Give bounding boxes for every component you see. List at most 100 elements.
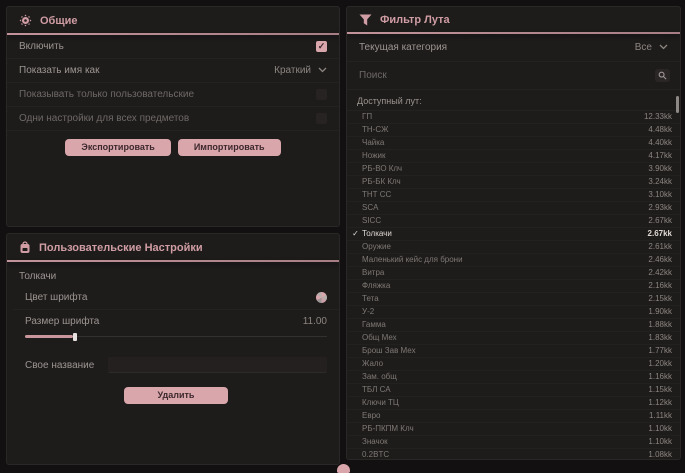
loot-name-cell: ✓ Зам. общ bbox=[351, 373, 397, 381]
loot-value: 2.61kk bbox=[648, 243, 672, 251]
panel-custom-settings: Пользовательские Настройки Толкачи Цвет … bbox=[6, 233, 340, 465]
slider-fill bbox=[25, 335, 73, 338]
loot-row[interactable]: ✓ Чайка 4.40kk bbox=[347, 137, 680, 150]
category-label: Текущая категория bbox=[359, 42, 447, 53]
loot-name-cell: ✓ Жало bbox=[351, 360, 383, 368]
loot-row[interactable]: ✓ SICC 2.67kk bbox=[347, 215, 680, 228]
loot-row[interactable]: ✓ 0.2BTC 1.08kk bbox=[347, 449, 680, 460]
available-loot-label: Доступный лут: bbox=[347, 90, 680, 110]
category-dropdown[interactable]: Все bbox=[635, 42, 668, 53]
loot-row[interactable]: ✓ Тета 2.15kk bbox=[347, 293, 680, 306]
loot-row[interactable]: ✓ Ключи ТЦ 1.12kk bbox=[347, 397, 680, 410]
loot-row[interactable]: ✓ ТН-СЖ 4.48kk bbox=[347, 124, 680, 137]
font-size-label: Размер шрифта bbox=[25, 316, 99, 327]
name-mode-value: Краткий bbox=[274, 65, 311, 76]
only-custom-label: Показывать только пользовательские bbox=[19, 89, 194, 100]
loot-value: 12.33kk bbox=[644, 113, 672, 121]
loot-name: Зам. общ bbox=[362, 373, 397, 381]
loot-value: 2.42kk bbox=[648, 269, 672, 277]
loot-name-cell: ✓ Брош Зав Мех bbox=[351, 347, 416, 355]
loot-row[interactable]: ✓ Фляжка 2.16kk bbox=[347, 280, 680, 293]
loot-value: 1.10kk bbox=[648, 425, 672, 433]
loot-name-cell: ✓ Тета bbox=[351, 295, 379, 303]
search-input[interactable] bbox=[347, 66, 655, 85]
loot-name: Чайка bbox=[362, 139, 384, 147]
loot-row[interactable]: ✓ Ножик 4.17kk bbox=[347, 150, 680, 163]
loot-row[interactable]: ✓ РБ-БК Клч 3.24kk bbox=[347, 176, 680, 189]
loot-row[interactable]: ✓ У-2 1.90kk bbox=[347, 306, 680, 319]
loot-row[interactable]: ✓ Зам. общ 1.16kk bbox=[347, 371, 680, 384]
bottom-handle[interactable] bbox=[337, 464, 350, 473]
font-size-slider[interactable] bbox=[25, 332, 327, 341]
loot-name-cell: ✓ Ножик bbox=[351, 152, 385, 160]
category-value: Все bbox=[635, 42, 652, 53]
loot-value: 1.20kk bbox=[648, 360, 672, 368]
enable-checkbox[interactable]: ✓ bbox=[316, 41, 327, 52]
loot-name: Гамма bbox=[362, 321, 386, 329]
loot-name-cell: ✓ Общ Мех bbox=[351, 334, 397, 342]
search-icon[interactable] bbox=[655, 69, 670, 82]
loot-row[interactable]: ✓ Маленький кейс для брони 2.46kk bbox=[347, 254, 680, 267]
loot-row[interactable]: ✓ Жало 1.20kk bbox=[347, 358, 680, 371]
loot-row[interactable]: ✓ Оружие 2.61kk bbox=[347, 241, 680, 254]
custom-settings-group: Цвет шрифта Размер шрифта 11.00 Свое наз… bbox=[7, 286, 339, 412]
loot-name-cell: ✓ ТН-СЖ bbox=[351, 126, 389, 134]
name-mode-dropdown[interactable]: Краткий bbox=[274, 65, 327, 76]
custom-name-input[interactable] bbox=[108, 357, 327, 373]
loot-name: Маленький кейс для брони bbox=[362, 256, 463, 264]
general-buttons: Экспортировать Импортировать bbox=[7, 131, 339, 164]
loot-value: 3.24kk bbox=[648, 178, 672, 186]
loot-name-cell: ✓ Толкачи bbox=[351, 230, 392, 238]
loot-name: Общ Мех bbox=[362, 334, 397, 342]
loot-name: ТБЛ СА bbox=[362, 386, 391, 394]
loot-row[interactable]: ✓ ТБЛ СА 1.15kk bbox=[347, 384, 680, 397]
search-bar bbox=[347, 62, 680, 90]
panel-loot-filter: Фильтр Лута Текущая категория Все Доступ… bbox=[346, 6, 681, 460]
import-button[interactable]: Импортировать bbox=[178, 139, 281, 156]
funnel-icon bbox=[359, 14, 372, 26]
loot-value: 2.93kk bbox=[648, 204, 672, 212]
loot-row[interactable]: ✓ Брош Зав Мех 1.77kk bbox=[347, 345, 680, 358]
loot-name: SCA bbox=[362, 204, 378, 212]
loot-row[interactable]: ✓ РБ-ВО Клч 3.90kk bbox=[347, 163, 680, 176]
export-button[interactable]: Экспортировать bbox=[65, 139, 170, 156]
loot-name-cell: ✓ ТБЛ СА bbox=[351, 386, 391, 394]
only-custom-checkbox[interactable] bbox=[316, 89, 327, 100]
loot-name-cell: ✓ 0.2BTC bbox=[351, 451, 389, 459]
loot-value: 2.67kk bbox=[648, 217, 672, 225]
loot-name-cell: ✓ SICC bbox=[351, 217, 381, 225]
panel-general: Общие Включить ✓ Показать имя как Кратки… bbox=[6, 6, 340, 227]
loot-row[interactable]: ✓ Витра 2.42kk bbox=[347, 267, 680, 280]
loot-name: РБ-ПКПМ Клч bbox=[362, 425, 414, 433]
loot-row[interactable]: ✓ ТНТ СС 3.10kk bbox=[347, 189, 680, 202]
loot-value: 3.10kk bbox=[648, 191, 672, 199]
loot-row[interactable]: ✓ Евро 1.11kk bbox=[347, 410, 680, 423]
loot-name-cell: ✓ Ключи ТЦ bbox=[351, 399, 399, 407]
loot-name: Ножик bbox=[362, 152, 385, 160]
loot-name-cell: ✓ Оружие bbox=[351, 243, 391, 251]
delete-button[interactable]: Удалить bbox=[124, 387, 229, 404]
loot-row[interactable]: ✓ РБ-ПКПМ Клч 1.10kk bbox=[347, 423, 680, 436]
loot-row[interactable]: ✓ Толкачи 2.67kk bbox=[347, 228, 680, 241]
backpack-icon bbox=[19, 241, 31, 254]
loot-value: 2.67kk bbox=[648, 230, 672, 238]
loot-row[interactable]: ✓ Значок 1.10kk bbox=[347, 436, 680, 449]
loot-value: 1.12kk bbox=[648, 399, 672, 407]
chevron-down-icon bbox=[659, 42, 668, 53]
same-settings-checkbox[interactable] bbox=[316, 113, 327, 124]
scrollbar-thumb[interactable] bbox=[676, 96, 679, 113]
font-color-label: Цвет шрифта bbox=[25, 292, 87, 303]
slider-handle[interactable] bbox=[73, 333, 77, 341]
loot-value: 4.17kk bbox=[648, 152, 672, 160]
loot-row[interactable]: ✓ Общ Мех 1.83kk bbox=[347, 332, 680, 345]
loot-row[interactable]: ✓ Гамма 1.88kk bbox=[347, 319, 680, 332]
loot-name: SICC bbox=[362, 217, 381, 225]
color-picker-icon[interactable] bbox=[316, 292, 327, 303]
setting-font-size: Размер шрифта 11.00 bbox=[13, 310, 339, 329]
loot-name: Толкачи bbox=[362, 230, 392, 238]
loot-row[interactable]: ✓ SCA 2.93kk bbox=[347, 202, 680, 215]
loot-value: 1.10kk bbox=[648, 438, 672, 446]
loot-name-cell: ✓ Гамма bbox=[351, 321, 386, 329]
loot-name: Жало bbox=[362, 360, 383, 368]
loot-row[interactable]: ✓ ГП 12.33kk bbox=[347, 111, 680, 124]
